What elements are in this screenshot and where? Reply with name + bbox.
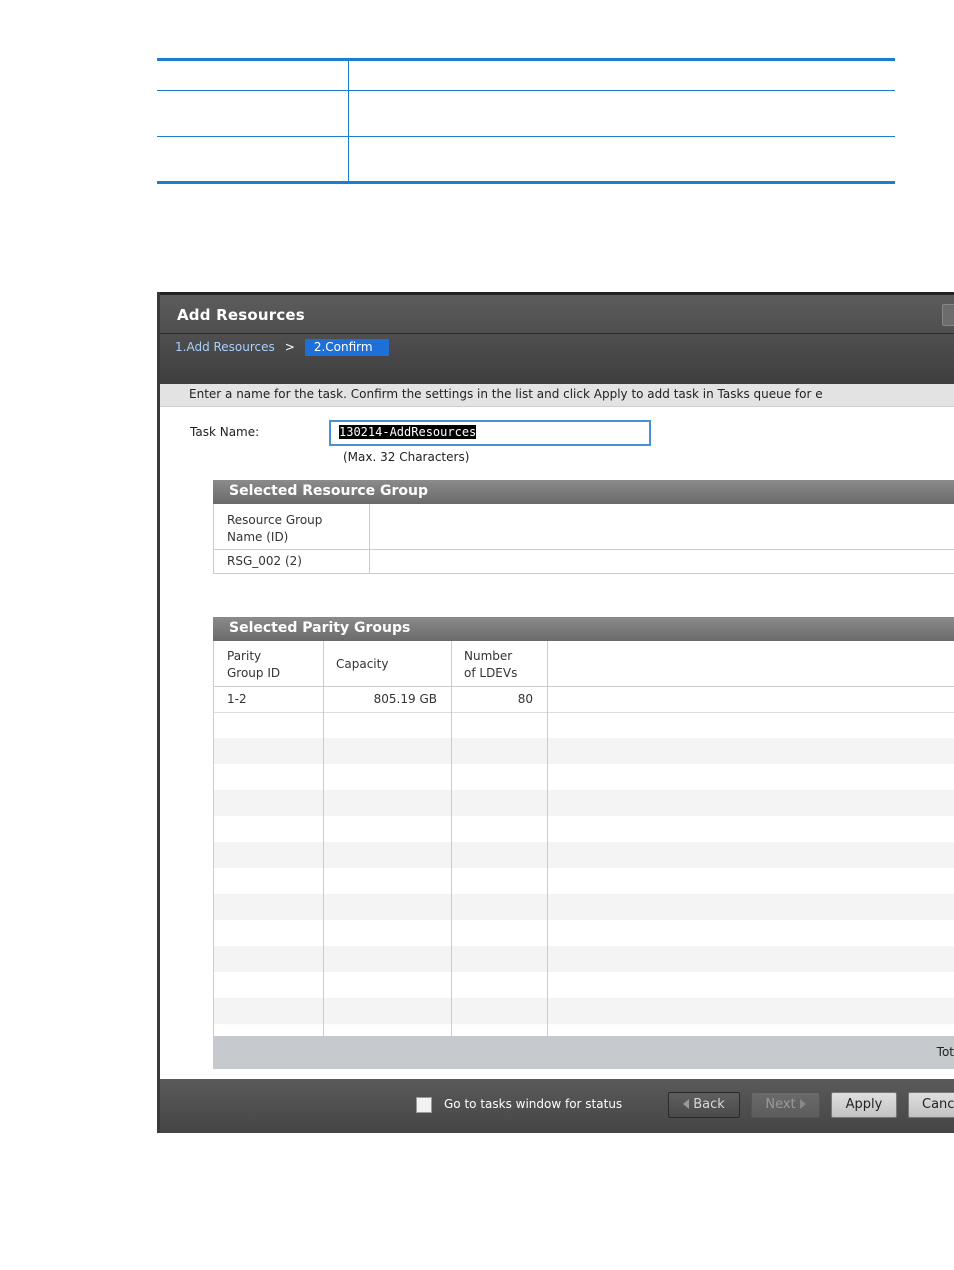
table-row: [213, 998, 954, 1024]
table-header-divider: [213, 686, 954, 687]
instruction-text: Enter a name for the task. Confirm the s…: [189, 387, 823, 401]
table-row-divider: [213, 549, 954, 550]
column-header-line: Resource Group: [227, 513, 323, 527]
table-row: [213, 894, 954, 920]
resource-group-table: Resource Group Name (ID) RSG_002 (2): [213, 504, 954, 574]
column-header-line: Parity: [227, 649, 262, 663]
chevron-left-icon: [683, 1099, 690, 1109]
task-name-input[interactable]: 130214-AddResources: [329, 420, 651, 446]
task-name-value: 130214-AddResources: [339, 425, 477, 439]
next-button[interactable]: Next: [751, 1092, 820, 1118]
table-row-divider: [213, 573, 954, 574]
table-border: [213, 504, 214, 574]
table-column-divider: [451, 641, 452, 1061]
go-to-tasks-label[interactable]: Go to tasks window for status: [444, 1097, 622, 1111]
column-header-resource-group: Resource Group Name (ID): [227, 512, 322, 546]
table-column-divider: [547, 641, 548, 1061]
table-row: [213, 764, 954, 790]
window-control-icon[interactable]: [942, 304, 954, 326]
back-button[interactable]: Back: [668, 1092, 740, 1118]
table-row: [213, 972, 954, 998]
window-top-border: [160, 292, 954, 295]
document-table: [157, 58, 895, 184]
total-label: Tot: [936, 1045, 954, 1059]
table-row: [213, 790, 954, 816]
table-border: [213, 641, 214, 1061]
chevron-right-icon: [799, 1099, 806, 1109]
table-cell-number-of-ldevs[interactable]: 80: [451, 691, 533, 708]
table-row: [213, 816, 954, 842]
column-header-number-of-ldevs[interactable]: Number of LDEVs: [464, 648, 517, 682]
table-cell-parity-group-id[interactable]: 1-2: [227, 691, 247, 708]
window-title: Add Resources: [177, 306, 305, 324]
table-column-divider: [369, 504, 370, 574]
task-name-hint: (Max. 32 Characters): [343, 450, 470, 464]
document-table-row: [157, 137, 895, 181]
cancel-button[interactable]: Canc: [908, 1092, 954, 1118]
parity-groups-section-title: Selected Parity Groups: [213, 617, 954, 641]
document-table-row: [157, 91, 895, 137]
breadcrumb-step-add-resources[interactable]: 1.Add Resources: [175, 340, 275, 354]
table-cell-resource-group[interactable]: RSG_002 (2): [227, 553, 302, 570]
column-header-line: Group ID: [227, 666, 281, 680]
header-divider: [160, 333, 954, 334]
column-header-line: Number: [464, 649, 513, 663]
table-row: [213, 842, 954, 868]
breadcrumb-step-confirm: 2.Confirm: [304, 339, 389, 356]
table-column-divider: [323, 641, 324, 1061]
document-table-divider: [348, 61, 349, 181]
back-button-label: Back: [693, 1097, 725, 1112]
breadcrumb-separator: >: [284, 340, 295, 354]
instruction-bar: Enter a name for the task. Confirm the s…: [160, 384, 954, 407]
next-button-label: Next: [765, 1097, 796, 1112]
task-name-label: Task Name:: [190, 425, 260, 439]
table-row: [213, 868, 954, 894]
document-table-row: [157, 61, 895, 91]
apply-button[interactable]: Apply: [831, 1092, 897, 1118]
table-row: [213, 946, 954, 972]
add-resources-window: Add Resources 1.Add Resources >2.Confirm …: [157, 292, 954, 1133]
resource-group-section-title: Selected Resource Group: [213, 480, 954, 504]
table-row: [213, 920, 954, 946]
table-cell-capacity[interactable]: 805.19 GB: [323, 691, 437, 708]
table-row: [213, 712, 954, 739]
column-header-parity-group-id[interactable]: Parity Group ID: [227, 648, 280, 682]
table-row: [213, 738, 954, 764]
window-header: Add Resources 1.Add Resources >2.Confirm: [160, 292, 954, 384]
column-header-line: Name (ID): [227, 530, 289, 544]
column-header-line: of LDEVs: [464, 666, 518, 680]
breadcrumb: 1.Add Resources >2.Confirm: [175, 339, 389, 356]
go-to-tasks-checkbox[interactable]: [416, 1097, 432, 1113]
table-total-bar: Tot: [213, 1036, 954, 1069]
parity-groups-table: Parity Group ID Capacity Number of LDEVs…: [213, 641, 954, 1069]
column-header-capacity[interactable]: Capacity: [336, 656, 388, 673]
window-footer: Go to tasks window for status Back Next …: [160, 1079, 954, 1133]
